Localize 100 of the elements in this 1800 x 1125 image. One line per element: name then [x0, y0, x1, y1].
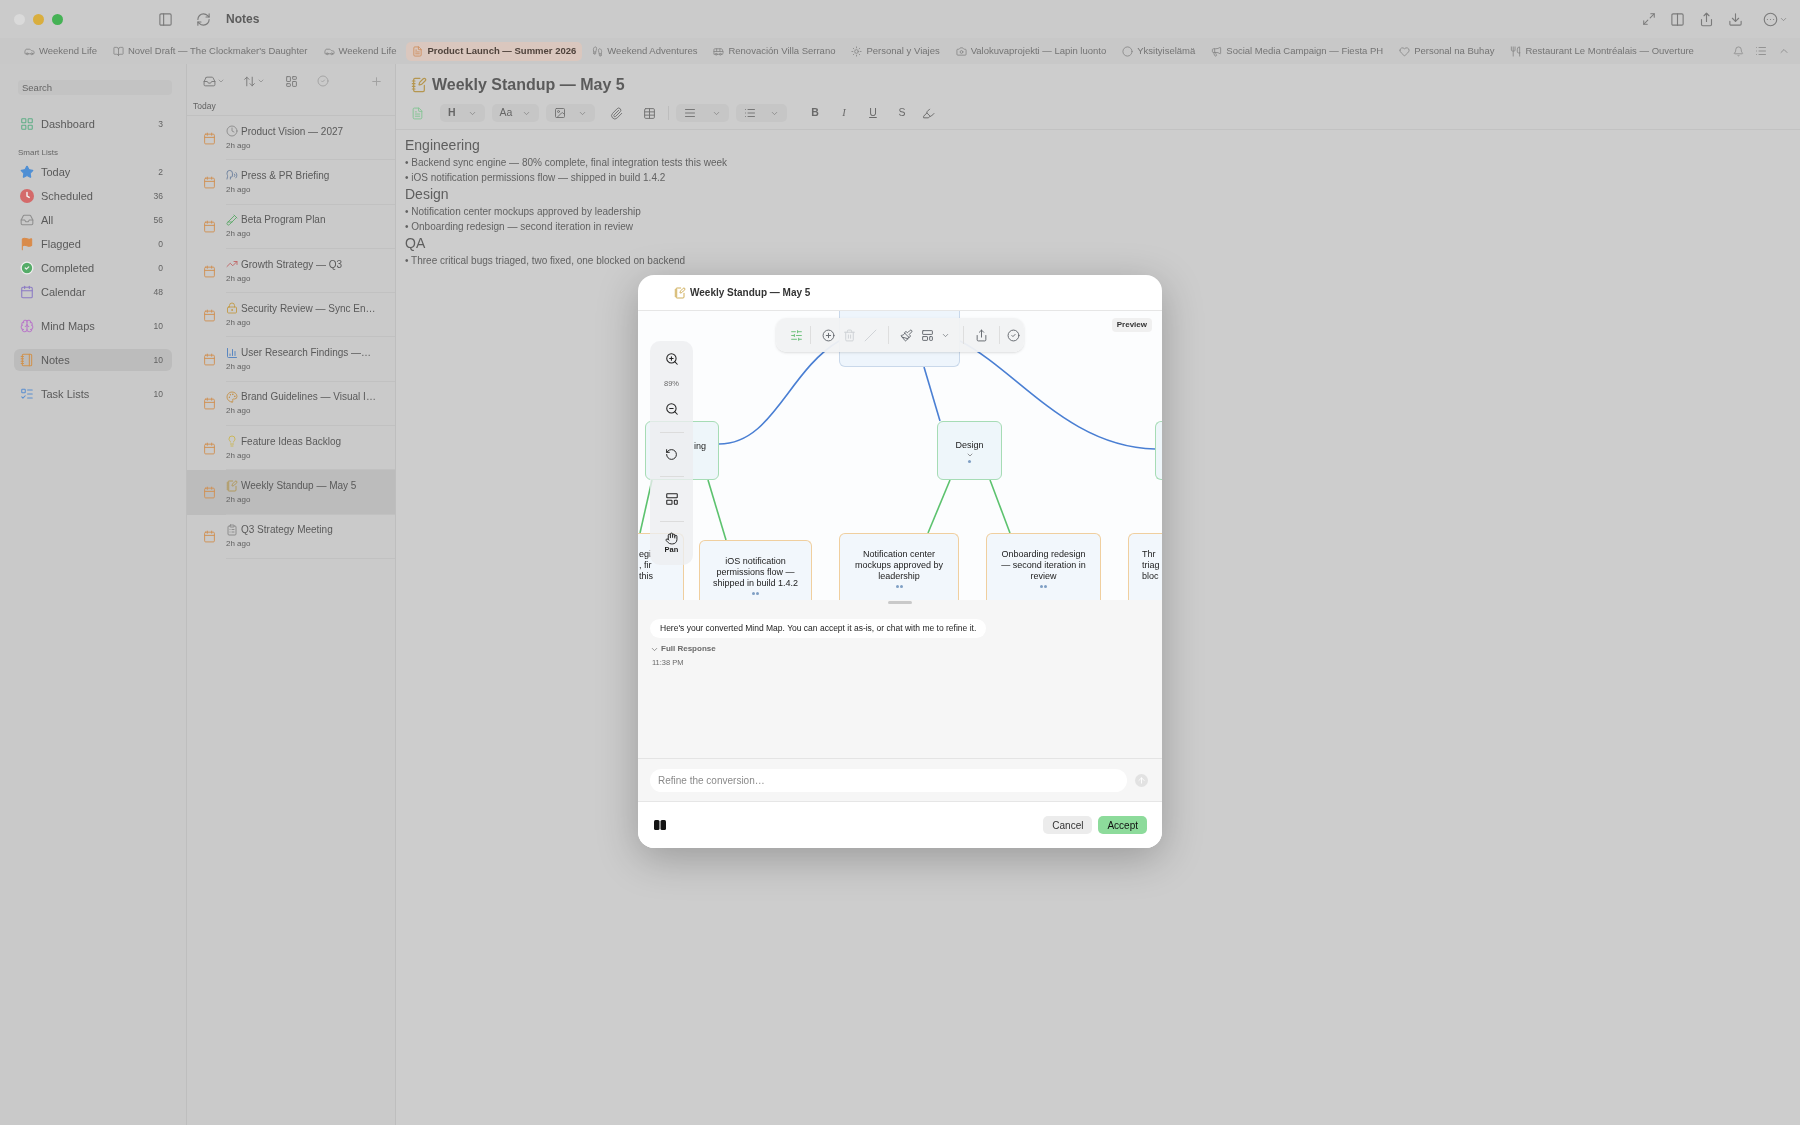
checkmark-circle-icon[interactable] [317, 75, 329, 87]
download-icon[interactable] [1728, 11, 1743, 27]
note-title: Product Vision — 2027 [241, 124, 344, 139]
sidebar-toggle-icon[interactable] [158, 11, 173, 27]
megaphone-icon [1211, 45, 1223, 57]
share-icon[interactable] [975, 328, 988, 342]
list-icon[interactable] [1755, 45, 1767, 57]
note-list-item[interactable]: Brand Guidelines — Visual I… 2h ago [187, 381, 395, 427]
node-label: Notification center mockups approved by leadership [854, 549, 944, 582]
accept-button[interactable]: Accept [1098, 816, 1147, 834]
window-title: Notes [226, 11, 260, 28]
sidebar-item[interactable]: Today 2 [14, 161, 172, 183]
text-style-button[interactable]: B [806, 104, 824, 122]
item-count: 3 [158, 117, 163, 131]
reset-icon[interactable] [665, 448, 678, 461]
layout-icon[interactable] [664, 492, 679, 506]
share-icon[interactable] [1699, 11, 1714, 27]
note-list-item[interactable]: Product Vision — 2027 2h ago [187, 116, 395, 161]
note-time: 2h ago [226, 183, 252, 196]
chevron-down-icon[interactable] [257, 77, 265, 85]
item-count: 0 [158, 237, 163, 251]
heading-menu-button[interactable]: H [440, 104, 485, 122]
list-menu-button[interactable] [736, 104, 788, 122]
full-response-toggle[interactable]: Full Response [650, 643, 716, 655]
lightbulb-icon [226, 435, 238, 448]
tab[interactable]: Product Launch — Summer 2026 [406, 41, 583, 61]
checkmark-circle-icon[interactable] [1007, 328, 1020, 342]
note-list-item[interactable]: Growth Strategy — Q3 2h ago [187, 248, 395, 294]
zoom-out-icon[interactable] [664, 402, 679, 416]
zoom-button[interactable] [52, 13, 63, 25]
alignment-menu-button[interactable] [676, 104, 730, 122]
search-field[interactable]: Search [18, 80, 172, 95]
zoom-in-icon[interactable] [664, 352, 679, 366]
plus-circle-icon[interactable] [822, 328, 835, 342]
cancel-button[interactable]: Cancel [1043, 816, 1093, 834]
flag-icon [20, 237, 34, 251]
tab[interactable]: Restaurant Le Montréalais — Ouverture [1504, 41, 1700, 61]
tab[interactable]: Novel Draft — The Clockmaker's Daughter [106, 41, 314, 61]
drag-handle[interactable] [888, 601, 912, 604]
note-list-item[interactable]: Security Review — Sync En… 2h ago [187, 293, 395, 338]
node-label: iOS notification permissions flow — shipped in build 1.4.2 [712, 556, 799, 589]
item-count: 48 [153, 285, 163, 299]
layout-icon[interactable] [921, 328, 934, 342]
resize-icon[interactable] [1642, 12, 1656, 26]
two-panels-icon[interactable] [654, 820, 666, 830]
more-icon[interactable] [1763, 11, 1778, 27]
sidebar-item[interactable]: Scheduled 36 [14, 185, 172, 207]
calendar-icon [203, 486, 216, 499]
sync-icon[interactable] [196, 11, 211, 27]
brush-icon[interactable] [900, 328, 913, 342]
sidebar-item-label: Dashboard [41, 116, 95, 132]
sidebar-item[interactable]: Calendar 48 [14, 281, 172, 303]
note-list-item[interactable]: Press & PR Briefing 2h ago [187, 160, 395, 205]
note-time: 2h ago [226, 449, 252, 462]
sidebar-item[interactable]: Completed 0 [14, 257, 172, 279]
tab[interactable]: Weekend Adventures [586, 41, 704, 61]
sliders-icon[interactable] [790, 328, 803, 342]
tab[interactable]: Personal na Buhay [1393, 41, 1501, 61]
sidebar-item[interactable]: Mind Maps 10 [14, 315, 172, 337]
chevron-down-icon[interactable] [965, 451, 974, 459]
sidebar-item[interactable]: Flagged 0 [14, 233, 172, 255]
sidebar-item[interactable]: Task Lists 10 [14, 383, 172, 405]
calendar-icon [203, 264, 216, 278]
split-view-icon[interactable] [1670, 11, 1685, 27]
message-input[interactable]: Refine the conversion… [650, 768, 1127, 792]
bell-icon[interactable] [1733, 45, 1744, 57]
sidebar-item[interactable]: Notes 10 [14, 349, 172, 371]
tab[interactable]: Valokuvaprojekti — Lapin luonto [949, 41, 1113, 61]
tab[interactable]: Personal y Viajes [845, 41, 946, 61]
image-menu-button[interactable] [546, 104, 596, 122]
tab[interactable]: Yksityiselämä [1116, 41, 1202, 61]
sidebar-item[interactable]: Dashboard 3 [14, 113, 172, 135]
sidebar-item[interactable]: All 56 [14, 209, 172, 231]
text-style-button[interactable]: I [835, 104, 853, 122]
tray-icon[interactable] [203, 74, 216, 88]
minimize-button[interactable] [33, 13, 44, 25]
tab[interactable]: Weekend Life [18, 41, 103, 61]
highlighter-icon[interactable] [922, 106, 936, 120]
text-style-button[interactable]: U [864, 104, 882, 122]
dot-pair-icon [895, 585, 903, 588]
note-list-item[interactable]: Q3 Strategy Meeting 2h ago [187, 514, 395, 559]
bus-icon [713, 45, 725, 57]
table-icon[interactable] [643, 106, 657, 120]
add-icon[interactable] [370, 74, 383, 88]
text-style-button[interactable]: S [893, 104, 911, 122]
document-icon[interactable] [411, 106, 424, 120]
test-tube-icon [226, 213, 238, 226]
sort-icon[interactable] [243, 74, 256, 88]
note-list-item[interactable]: Weekly Standup — May 5 2h ago [187, 470, 395, 515]
font-menu-button[interactable]: Aa [491, 104, 540, 122]
tab[interactable]: Weekend Life [317, 41, 403, 61]
bullet-text: • Three critical bugs triaged, two fixed, one blocked on backend [405, 254, 687, 268]
paperclip-icon[interactable] [610, 106, 624, 120]
note-list-item[interactable]: Beta Program Plan 2h ago [187, 204, 395, 249]
note-list-item[interactable]: User Research Findings —… 2h ago [187, 337, 395, 382]
node-label: Design [955, 440, 984, 451]
list-icon [744, 107, 757, 119]
tab[interactable]: Renovación Villa Serrano [707, 41, 842, 61]
tab[interactable]: Social Media Campaign — Fiesta PH [1205, 41, 1390, 61]
chevron-down-icon[interactable] [217, 77, 225, 85]
